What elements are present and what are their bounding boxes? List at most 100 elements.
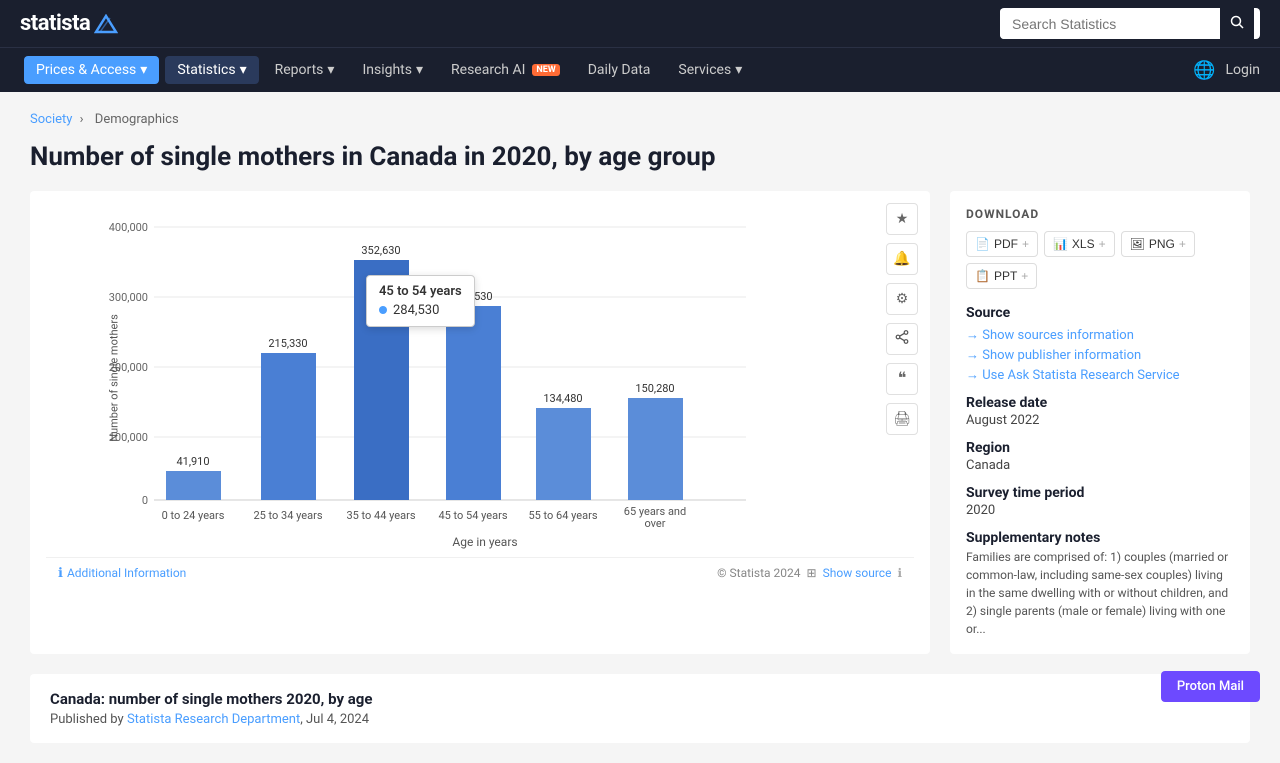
additional-info-link[interactable]: ℹ Additional Information [58,566,186,581]
supp-notes-section: Supplementary notes Families are compris… [966,530,1234,638]
bottom-title: Canada: number of single mothers 2020, b… [50,690,1230,708]
svg-text:215,330: 215,330 [268,337,307,350]
breadcrumb-society[interactable]: Society [30,112,72,127]
bar-0-24 [166,471,221,500]
logo-text: statista [20,11,90,36]
download-pdf-button[interactable]: 📄 PDF + [966,231,1038,257]
y-axis-label: Number of single mothers [107,314,120,442]
info-icon: ℹ [58,566,63,581]
tooltip-row: 284,530 [379,303,462,318]
nav-services[interactable]: Services ▾ [664,48,756,92]
nav-insights[interactable]: Insights ▾ [348,48,437,92]
svg-text:0 to 24 years: 0 to 24 years [162,509,225,522]
chevron-down-icon: ▾ [140,62,147,78]
survey-period-section: Survey time period 2020 [966,485,1234,518]
chart-svg: 400,000 300,000 200,000 100,000 0 41,910… [106,207,766,527]
chevron-down-icon: ▾ [327,62,334,78]
breadcrumb-demographics: Demographics [95,112,179,127]
bar-65-plus [628,398,683,500]
main-content: ★ 🔔 ⚙ ❝ [0,191,1280,674]
header: statista [0,0,1280,47]
nav-reports[interactable]: Reports ▾ [261,48,349,92]
region-section: Region Canada [966,440,1234,473]
nav-prices-access[interactable]: Prices & Access ▾ [24,56,159,84]
download-png-button[interactable]: 🖼 PNG + [1121,231,1195,257]
search-input[interactable] [1000,9,1220,39]
tooltip-value: 284,530 [393,303,439,318]
new-badge: NEW [532,64,559,76]
breadcrumb-separator: › [80,112,87,127]
search-button[interactable] [1220,8,1254,39]
chevron-down-icon: ▾ [416,62,423,78]
download-xls-button[interactable]: 📊 XLS + [1044,231,1115,257]
svg-text:400,000: 400,000 [109,221,148,234]
svg-text:150,280: 150,280 [635,382,674,395]
chart-footer: ℹ Additional Information © Statista 2024… [46,557,914,585]
bar-25-34 [261,353,316,500]
svg-text:41,910: 41,910 [176,455,209,468]
main-nav: Prices & Access ▾ Statistics ▾ Reports ▾… [0,47,1280,92]
svg-text:134,480: 134,480 [543,392,582,405]
globe-icon[interactable]: 🌐 [1193,60,1215,81]
tooltip-dot [379,306,387,314]
author-link[interactable]: Statista Research Department [127,712,300,727]
supp-notes-text: Families are comprised of: 1) couples (m… [966,548,1234,638]
breadcrumb: Society › Demographics [0,92,1280,135]
svg-text:45 to 54 years: 45 to 54 years [438,509,507,522]
nav-statistics[interactable]: Statistics ▾ [165,56,258,84]
nav-right: 🌐 Login [1193,60,1260,81]
source-title: Source [966,305,1234,321]
source-info-icon: ℹ [897,566,902,580]
page-title: Number of single mothers in Canada in 20… [0,135,860,191]
svg-text:300,000: 300,000 [109,291,148,304]
png-icon: 🖼 [1130,237,1145,251]
bar-45-54 [446,306,501,500]
search-icon [1230,15,1244,29]
search-box [1000,8,1260,39]
chart-tooltip: 45 to 54 years 284,530 [366,275,475,327]
publish-date: Jul 4, 2024 [306,712,369,727]
ppt-icon: 📋 [975,269,990,283]
xls-icon: 📊 [1053,237,1068,251]
chart-footer-right: © Statista 2024 ⊞ Show source ℹ [717,566,902,580]
pdf-icon: 📄 [975,237,990,251]
expand-icon: ⊞ [807,566,817,580]
svg-text:0: 0 [142,494,148,507]
release-date-value: August 2022 [966,413,1234,428]
svg-text:55 to 64 years: 55 to 64 years [528,509,597,522]
download-ppt-button[interactable]: 📋 PPT + [966,263,1037,289]
bar-55-64 [536,408,591,500]
tooltip-title: 45 to 54 years [379,284,462,299]
survey-period-label: Survey time period [966,485,1234,501]
release-date-label: Release date [966,395,1234,411]
region-label: Region [966,440,1234,456]
logo-icon [94,14,118,34]
bottom-section: Canada: number of single mothers 2020, b… [30,674,1250,743]
nav-daily-data[interactable]: Daily Data [574,48,665,92]
svg-text:35 to 44 years: 35 to 44 years [346,509,415,522]
download-buttons: 📄 PDF + 📊 XLS + 🖼 PNG + 📋 PPT + [966,231,1234,289]
chart-area: Number of single mothers 400,000 300,000… [46,207,914,549]
nav-research-ai[interactable]: Research AI NEW [437,48,574,92]
source-section: Source Show sources information Show pub… [966,305,1234,383]
show-source-link[interactable]: Show source [823,566,892,580]
survey-period-value: 2020 [966,503,1234,518]
show-publisher-link[interactable]: Show publisher information [966,347,1234,363]
copyright-text: © Statista 2024 [717,566,800,580]
release-date-section: Release date August 2022 [966,395,1234,428]
chevron-down-icon: ▾ [735,62,742,78]
login-button[interactable]: Login [1225,62,1260,78]
region-value: Canada [966,458,1234,473]
download-title: DOWNLOAD [966,207,1234,221]
svg-text:25 to 34 years: 25 to 34 years [253,509,322,522]
ask-statista-link[interactable]: Use Ask Statista Research Service [966,367,1234,383]
svg-text:over: over [644,517,665,527]
right-panel: DOWNLOAD 📄 PDF + 📊 XLS + 🖼 PNG + [950,191,1250,654]
chart-container: ★ 🔔 ⚙ ❝ [30,191,930,654]
show-sources-link[interactable]: Show sources information [966,327,1234,343]
supp-notes-label: Supplementary notes [966,530,1234,546]
chevron-down-icon: ▾ [240,62,247,78]
logo-area: statista [20,11,118,36]
bottom-meta: Published by Statista Research Departmen… [50,712,1230,727]
proton-mail-badge[interactable]: Proton Mail [1161,671,1260,702]
